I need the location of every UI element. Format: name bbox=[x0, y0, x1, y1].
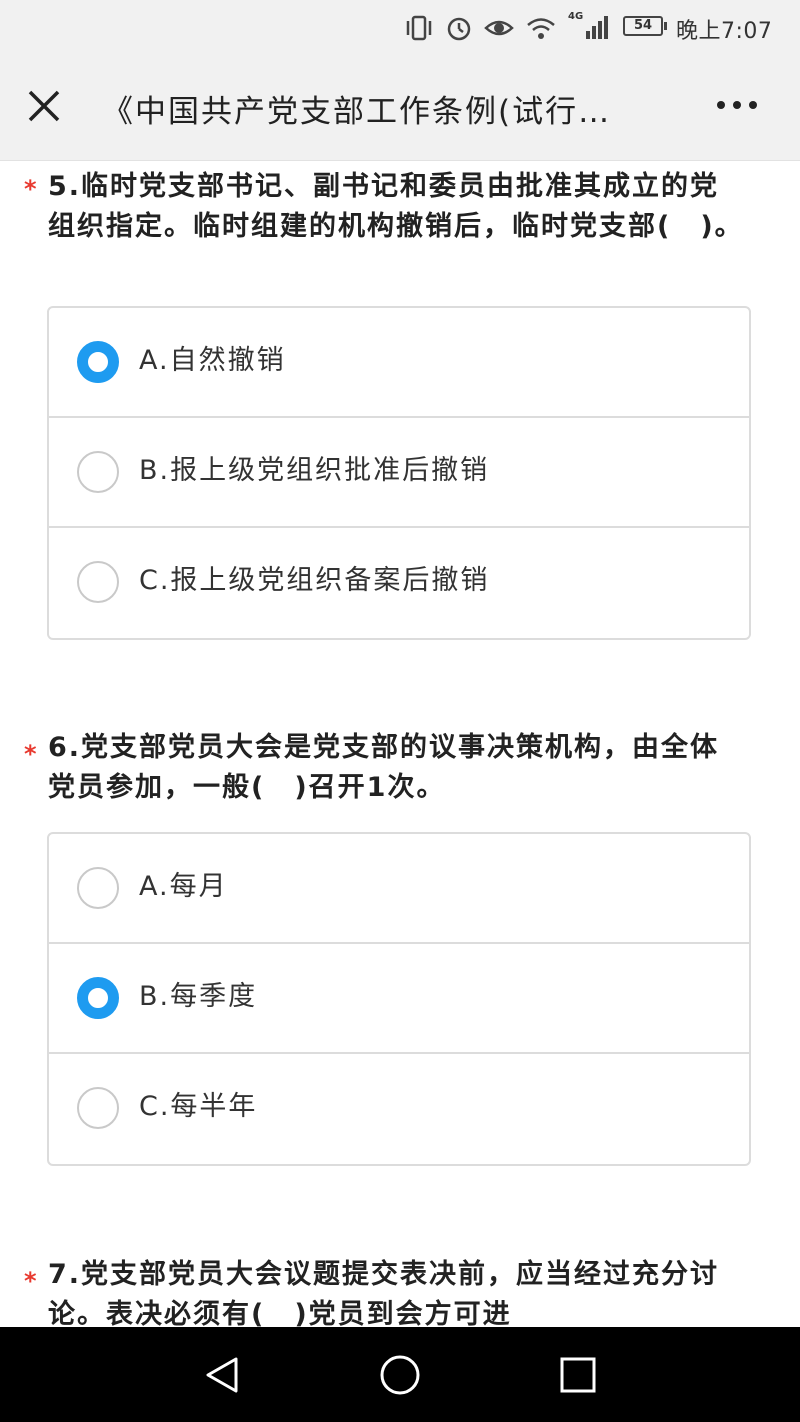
alarm-icon bbox=[447, 17, 471, 41]
radio-unselected-icon[interactable] bbox=[77, 561, 119, 603]
radio-unselected-icon[interactable] bbox=[77, 1087, 119, 1129]
home-circle-icon bbox=[380, 1355, 420, 1395]
recents-button[interactable] bbox=[556, 1353, 600, 1397]
status-icons: 4G bbox=[404, 11, 610, 44]
option-c[interactable]: C.报上级党组织备案后撤销 bbox=[49, 528, 749, 638]
required-marker: * bbox=[24, 740, 37, 768]
system-nav-bar bbox=[0, 1327, 800, 1422]
radio-unselected-icon[interactable] bbox=[77, 451, 119, 493]
option-label: B.报上级党组织批准后撤销 bbox=[139, 455, 490, 486]
radio-selected-icon[interactable] bbox=[77, 341, 119, 383]
question-text: 7.党支部党员大会议题提交表决前，应当经过充分讨论。表决必须有( )党员到会方可… bbox=[48, 1259, 720, 1327]
title-bar: 《中国共产党支部工作条例(试行… bbox=[0, 56, 800, 161]
option-a[interactable]: A.每月 bbox=[49, 834, 749, 944]
battery-icon: 54 bbox=[623, 16, 667, 36]
vibrate-icon bbox=[406, 15, 432, 41]
close-icon bbox=[28, 90, 60, 122]
status-bar: 4G 54 晚上7:07 bbox=[0, 0, 800, 56]
question-text: 5.临时党支部书记、副书记和委员由批准其成立的党组织指定。临时组建的机构撤销后，… bbox=[48, 171, 744, 242]
option-group: A.每月 B.每季度 C.每半年 bbox=[47, 832, 751, 1166]
back-button[interactable] bbox=[200, 1353, 244, 1397]
option-c[interactable]: C.每半年 bbox=[49, 1054, 749, 1164]
question-text: 6.党支部党员大会是党支部的议事决策机构，由全体党员参加，一般( )召开1次。 bbox=[48, 732, 720, 803]
close-button[interactable] bbox=[22, 84, 66, 128]
cellular-signal-icon: 4G bbox=[568, 11, 610, 41]
option-b[interactable]: B.每季度 bbox=[49, 944, 749, 1054]
option-label: A.每月 bbox=[139, 871, 228, 902]
survey-content[interactable]: * 5.临时党支部书记、副书记和委员由批准其成立的党组织指定。临时组建的机构撤销… bbox=[0, 161, 800, 1327]
option-b[interactable]: B.报上级党组织批准后撤销 bbox=[49, 418, 749, 528]
more-icon bbox=[717, 101, 757, 109]
option-group: A.自然撤销 B.报上级党组织批准后撤销 C.报上级党组织备案后撤销 bbox=[47, 306, 751, 640]
wifi-icon bbox=[527, 18, 555, 39]
eye-comfort-icon bbox=[484, 20, 514, 36]
option-label: C.报上级党组织备案后撤销 bbox=[139, 565, 490, 596]
back-triangle-icon bbox=[206, 1357, 238, 1393]
radio-unselected-icon[interactable] bbox=[77, 867, 119, 909]
required-marker: * bbox=[24, 1267, 37, 1295]
recents-square-icon bbox=[560, 1357, 596, 1393]
option-label: A.自然撤销 bbox=[139, 345, 286, 376]
option-label: B.每季度 bbox=[139, 981, 258, 1012]
status-time: 晚上7:07 bbox=[676, 19, 773, 44]
home-button[interactable] bbox=[378, 1353, 422, 1397]
option-label: C.每半年 bbox=[139, 1091, 258, 1122]
page-title: 《中国共产党支部工作条例(试行… bbox=[102, 94, 612, 130]
required-marker: * bbox=[24, 175, 37, 203]
option-a[interactable]: A.自然撤销 bbox=[49, 308, 749, 418]
radio-selected-icon[interactable] bbox=[77, 977, 119, 1019]
more-button[interactable] bbox=[712, 90, 762, 120]
